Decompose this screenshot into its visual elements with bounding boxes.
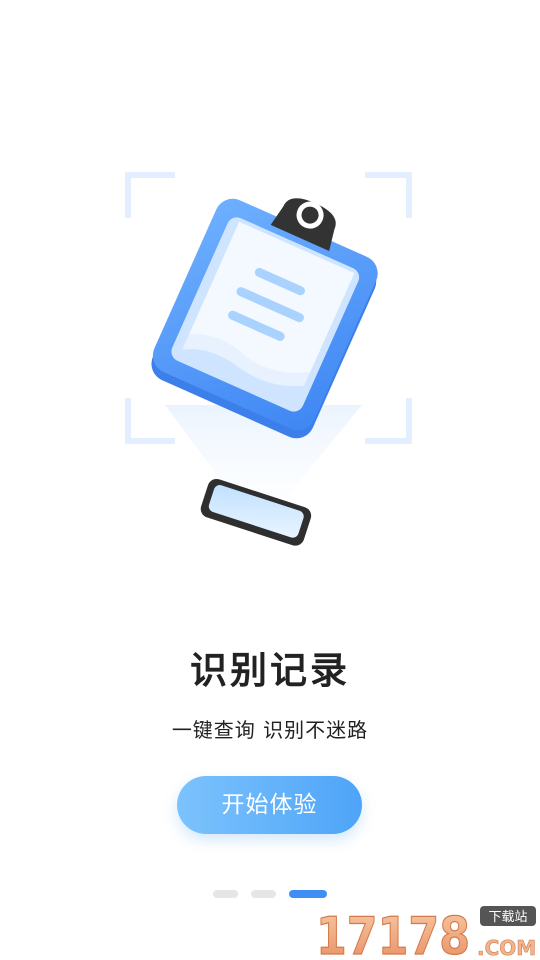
watermark-tag: 下载站 xyxy=(488,910,527,925)
page-indicator xyxy=(213,890,327,898)
start-experience-button[interactable]: 开始体验 xyxy=(177,776,362,834)
page-dot-1[interactable] xyxy=(213,890,238,898)
page-dot-2[interactable] xyxy=(251,890,276,898)
page-title: 识别记录 xyxy=(190,649,350,692)
onboarding-screen: 识别记录 一键查询 识别不迷路 开始体验 17178 下载站 .COM xyxy=(0,0,540,960)
site-watermark: 17178 下载站 .COM xyxy=(315,906,536,960)
watermark-number: 17178 xyxy=(316,907,470,960)
page-subtitle: 一键查询 识别不迷路 xyxy=(171,718,369,742)
clipboard-scan-illustration xyxy=(125,172,412,546)
watermark-suffix: .COM xyxy=(477,936,536,960)
clipboard xyxy=(151,198,378,439)
page-dot-3-active[interactable] xyxy=(289,890,327,898)
